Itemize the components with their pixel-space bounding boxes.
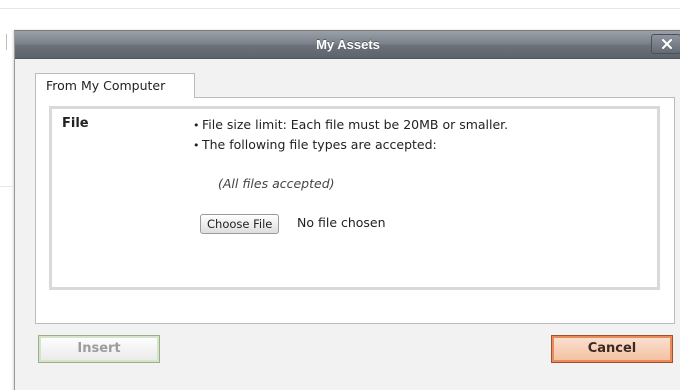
no-file-chosen-text: No file chosen — [297, 215, 386, 230]
tab-label: From My Computer — [46, 78, 166, 93]
upload-rules-list: File size limit: Each file must be 20MB … — [193, 115, 508, 155]
tab-from-my-computer[interactable]: From My Computer — [35, 73, 195, 98]
list-item: The following file types are accepted: — [193, 135, 508, 155]
accepted-types-note: (All files accepted) — [218, 176, 335, 191]
cancel-button[interactable]: Cancel — [551, 335, 673, 363]
insert-button[interactable]: Insert — [38, 335, 160, 363]
tab-panel: File File size limit: Each file must be … — [35, 97, 675, 324]
page: My Assets From My Computer File File siz… — [0, 0, 680, 390]
upload-box: File File size limit: Each file must be … — [49, 106, 660, 290]
background-divider — [0, 186, 12, 187]
dialog-title: My Assets — [316, 37, 380, 52]
close-icon — [662, 39, 672, 49]
background-divider — [0, 8, 680, 9]
file-types-text: The following file types are accepted: — [202, 137, 437, 152]
choose-file-button[interactable]: Choose File — [200, 214, 280, 234]
my-assets-dialog: My Assets From My Computer File File siz… — [14, 30, 680, 390]
size-limit-text: File size limit: Each file must be 20MB … — [202, 117, 509, 132]
list-item: File size limit: Each file must be 20MB … — [193, 115, 508, 135]
background-edge — [6, 34, 7, 50]
dialog-titlebar[interactable]: My Assets — [15, 31, 680, 59]
close-button[interactable] — [651, 34, 680, 54]
file-field-label: File — [62, 116, 89, 131]
